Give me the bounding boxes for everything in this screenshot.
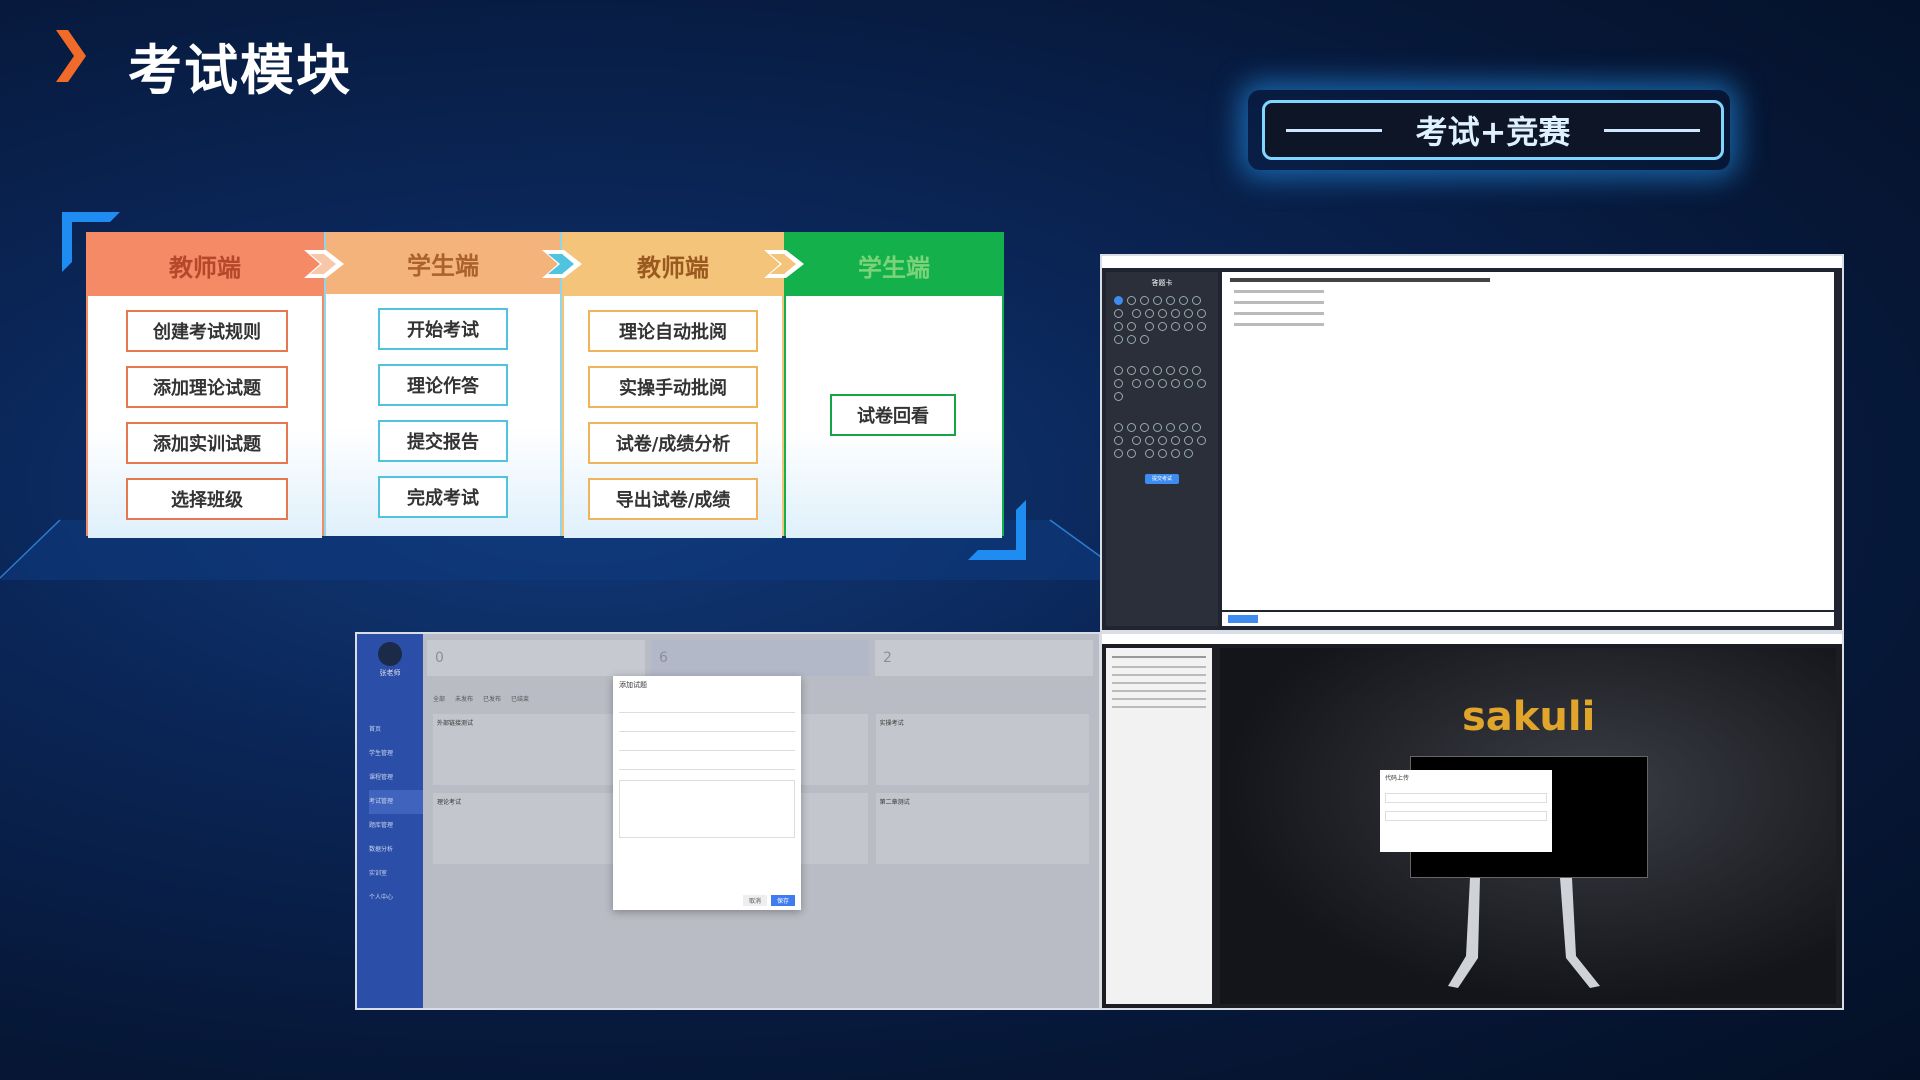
dialog-title: 代码上传 [1385,775,1410,782]
workflow-column-student-exam: 学生端 开始考试 理论作答 提交报告 完成考试 [324,232,562,536]
dialog-title: 添加试题 [619,681,647,689]
exam-answer-sheet-panel: 答题卡 提交考试 [1106,272,1218,626]
badge-text: 考试+竞赛 [1415,113,1571,151]
step-select-class: 选择班级 [126,478,288,520]
exam-question-area [1222,272,1834,610]
column-header: 教师端 [88,234,322,296]
column-header: 学生端 [786,234,1002,296]
flow-arrow-icon [304,250,344,278]
dialog-confirm-button[interactable]: 保存 [770,895,795,906]
tab-unpublished[interactable]: 未发布 [455,694,473,703]
add-question-dialog: 添加试题 取消 保存 [613,676,801,910]
mascot-figures [1448,878,1600,988]
step-manual-grade-practical: 实操手动批阅 [588,366,758,408]
sidebar-menu: 首页 学生管理 课程管理 考试管理 题库管理 数据分析 实训室 个人中心 [357,718,423,910]
exam-workflow-table: 教师端 创建考试规则 添加理论试题 添加实训试题 选择班级 学生端 开始考试 理… [86,232,1004,538]
tab-ended[interactable]: 已结束 [511,694,529,703]
avatar [378,642,402,666]
tab-all[interactable]: 全部 [433,694,445,703]
step-score-analysis: 试卷/成绩分析 [588,422,758,464]
step-start-exam: 开始考试 [378,308,508,350]
lab-instructions-panel [1106,648,1212,1004]
exam-topbar [1102,256,1842,268]
question-bubbles [1106,288,1218,346]
answer-sheet-title: 答题卡 [1151,279,1173,287]
stat-value: 6 [651,640,869,676]
exam-card[interactable]: 第二章测试 [875,793,1089,864]
tab-published[interactable]: 已发布 [483,694,501,703]
admin-sidebar: 张老师 首页 学生管理 课程管理 考试管理 题库管理 数据分析 实训室 个人中心 [357,634,423,1008]
page-title: 考试模块 [128,39,352,102]
sidebar-item[interactable]: 题库管理 [369,814,423,838]
step-answer-theory: 理论作答 [378,364,508,406]
badge-left-dash [1285,128,1382,132]
sidebar-item[interactable]: 课程管理 [369,766,423,790]
step-add-practical-questions: 添加实训试题 [126,422,288,464]
step-auto-grade-theory: 理论自动批阅 [588,310,758,352]
exam-competition-badge: 考试+竞赛 [1262,100,1724,160]
admin-interface-screenshot: 张老师 首页 学生管理 课程管理 考试管理 题库管理 数据分析 实训室 个人中心… [355,632,1101,1010]
step-review-paper: 试卷回看 [830,394,956,436]
step-finish-exam: 完成考试 [378,476,508,518]
step-submit-report: 提交报告 [378,420,508,462]
remote-desktop[interactable]: sakuli 代码上传 [1220,648,1836,1004]
exam-card[interactable]: 实操考试 [875,714,1089,785]
flow-arrow-icon [542,250,582,278]
sidebar-item[interactable]: 实训室 [369,862,423,886]
title-chevron-icon [56,30,86,82]
sidebar-item[interactable]: 学生管理 [369,742,423,766]
filter-tabs: 全部 未发布 已发布 已结束 [433,694,529,703]
workflow-column-student-review: 学生端 试卷回看 [784,232,1004,538]
column-header: 教师端 [564,234,782,296]
code-upload-dialog: 代码上传 [1380,770,1552,852]
step-export-scores: 导出试卷/成绩 [588,478,758,520]
badge-right-dash [1604,128,1701,132]
sakuli-logo: sakuli [1462,694,1596,740]
sidebar-item[interactable]: 数据分析 [369,838,423,862]
rich-text-editor[interactable] [619,780,795,838]
workflow-column-teacher-grading: 教师端 理论自动批阅 实操手动批阅 试卷/成绩分析 导出试卷/成绩 [562,232,784,538]
submit-exam-button[interactable]: 提交考试 [1145,474,1179,484]
exam-interface-screenshot: 答题卡 提交考试 [1100,254,1844,632]
column-header: 学生端 [326,232,560,294]
stat-value: 0 [427,640,645,676]
sidebar-item-active[interactable]: 考试管理 [369,790,423,814]
step-create-exam-rules: 创建考试规则 [126,310,288,352]
stat-value: 2 [875,640,1093,676]
flow-arrow-icon [764,250,804,278]
dialog-cancel-button[interactable]: 取消 [742,895,767,906]
sidebar-item[interactable]: 首页 [369,718,423,742]
sidebar-item[interactable]: 个人中心 [369,886,423,910]
admin-user-name: 张老师 [379,669,401,677]
stat-cards: 0 6 2 [427,640,1093,676]
lab-environment-screenshot: sakuli 代码上传 [1100,632,1844,1010]
workflow-column-teacher-setup: 教师端 创建考试规则 添加理论试题 添加实训试题 选择班级 [86,232,324,538]
step-add-theory-questions: 添加理论试题 [126,366,288,408]
